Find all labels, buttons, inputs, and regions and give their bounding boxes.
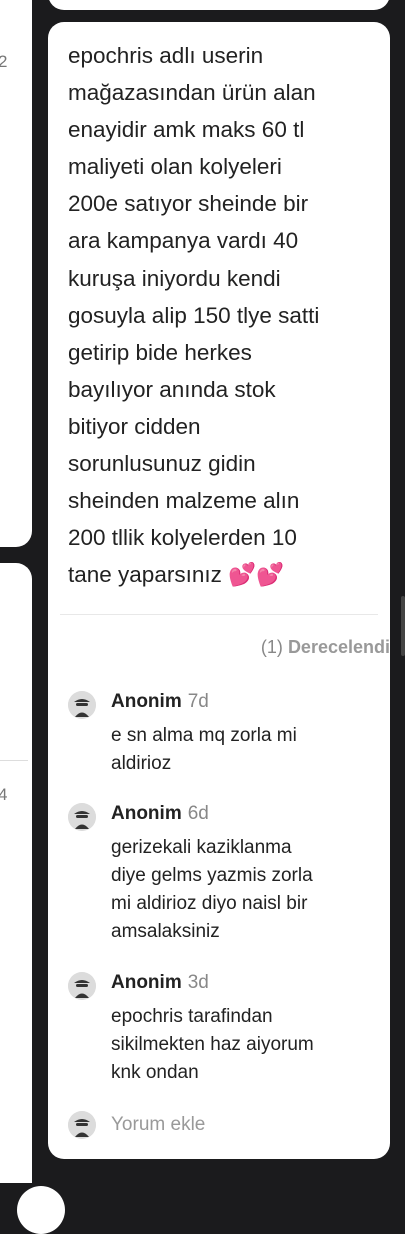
comment-author: Anonim	[111, 972, 182, 993]
post-card: epochris adlı userin mağazasından ürün a…	[48, 22, 390, 1159]
floating-action-button[interactable]	[17, 1186, 65, 1234]
comment-time: 6d	[187, 803, 209, 824]
comment-time: 3d	[187, 972, 209, 993]
anonymous-avatar-icon	[68, 803, 96, 831]
comment-text: e sn alma mq zorla mi aldirioz	[111, 725, 297, 774]
anonymous-avatar-icon	[68, 972, 96, 1000]
comment-author: Anonim	[111, 691, 182, 712]
next-post-divider	[0, 760, 28, 761]
next-post-card[interactable]	[0, 563, 32, 1183]
rating-label: Derecelendi	[287, 637, 390, 657]
add-comment-input[interactable]: Yorum ekle	[111, 1114, 205, 1136]
anonymous-avatar-icon	[68, 691, 96, 719]
rating-count: (1)	[260, 637, 283, 657]
comment-text: epochris tarafindan sikilmekten haz aiyo…	[111, 1006, 314, 1083]
previous-post-card[interactable]	[0, 0, 32, 547]
post-divider	[60, 614, 378, 615]
comment-author: Anonim	[111, 803, 182, 824]
comment-text: gerizekali kaziklanma diye gelms yazmis …	[111, 837, 313, 942]
rating-row[interactable]: (1) Derecelendi	[261, 637, 390, 658]
scrollbar[interactable]	[401, 596, 405, 656]
previous-post-count: 2	[0, 52, 8, 71]
post-text: epochris adlı userin mağazasından ürün a…	[68, 43, 320, 588]
next-post-count: 4	[0, 785, 8, 804]
card-top-edge	[48, 0, 390, 10]
anonymous-avatar-icon	[68, 1111, 96, 1139]
comment-time: 7d	[187, 691, 209, 712]
